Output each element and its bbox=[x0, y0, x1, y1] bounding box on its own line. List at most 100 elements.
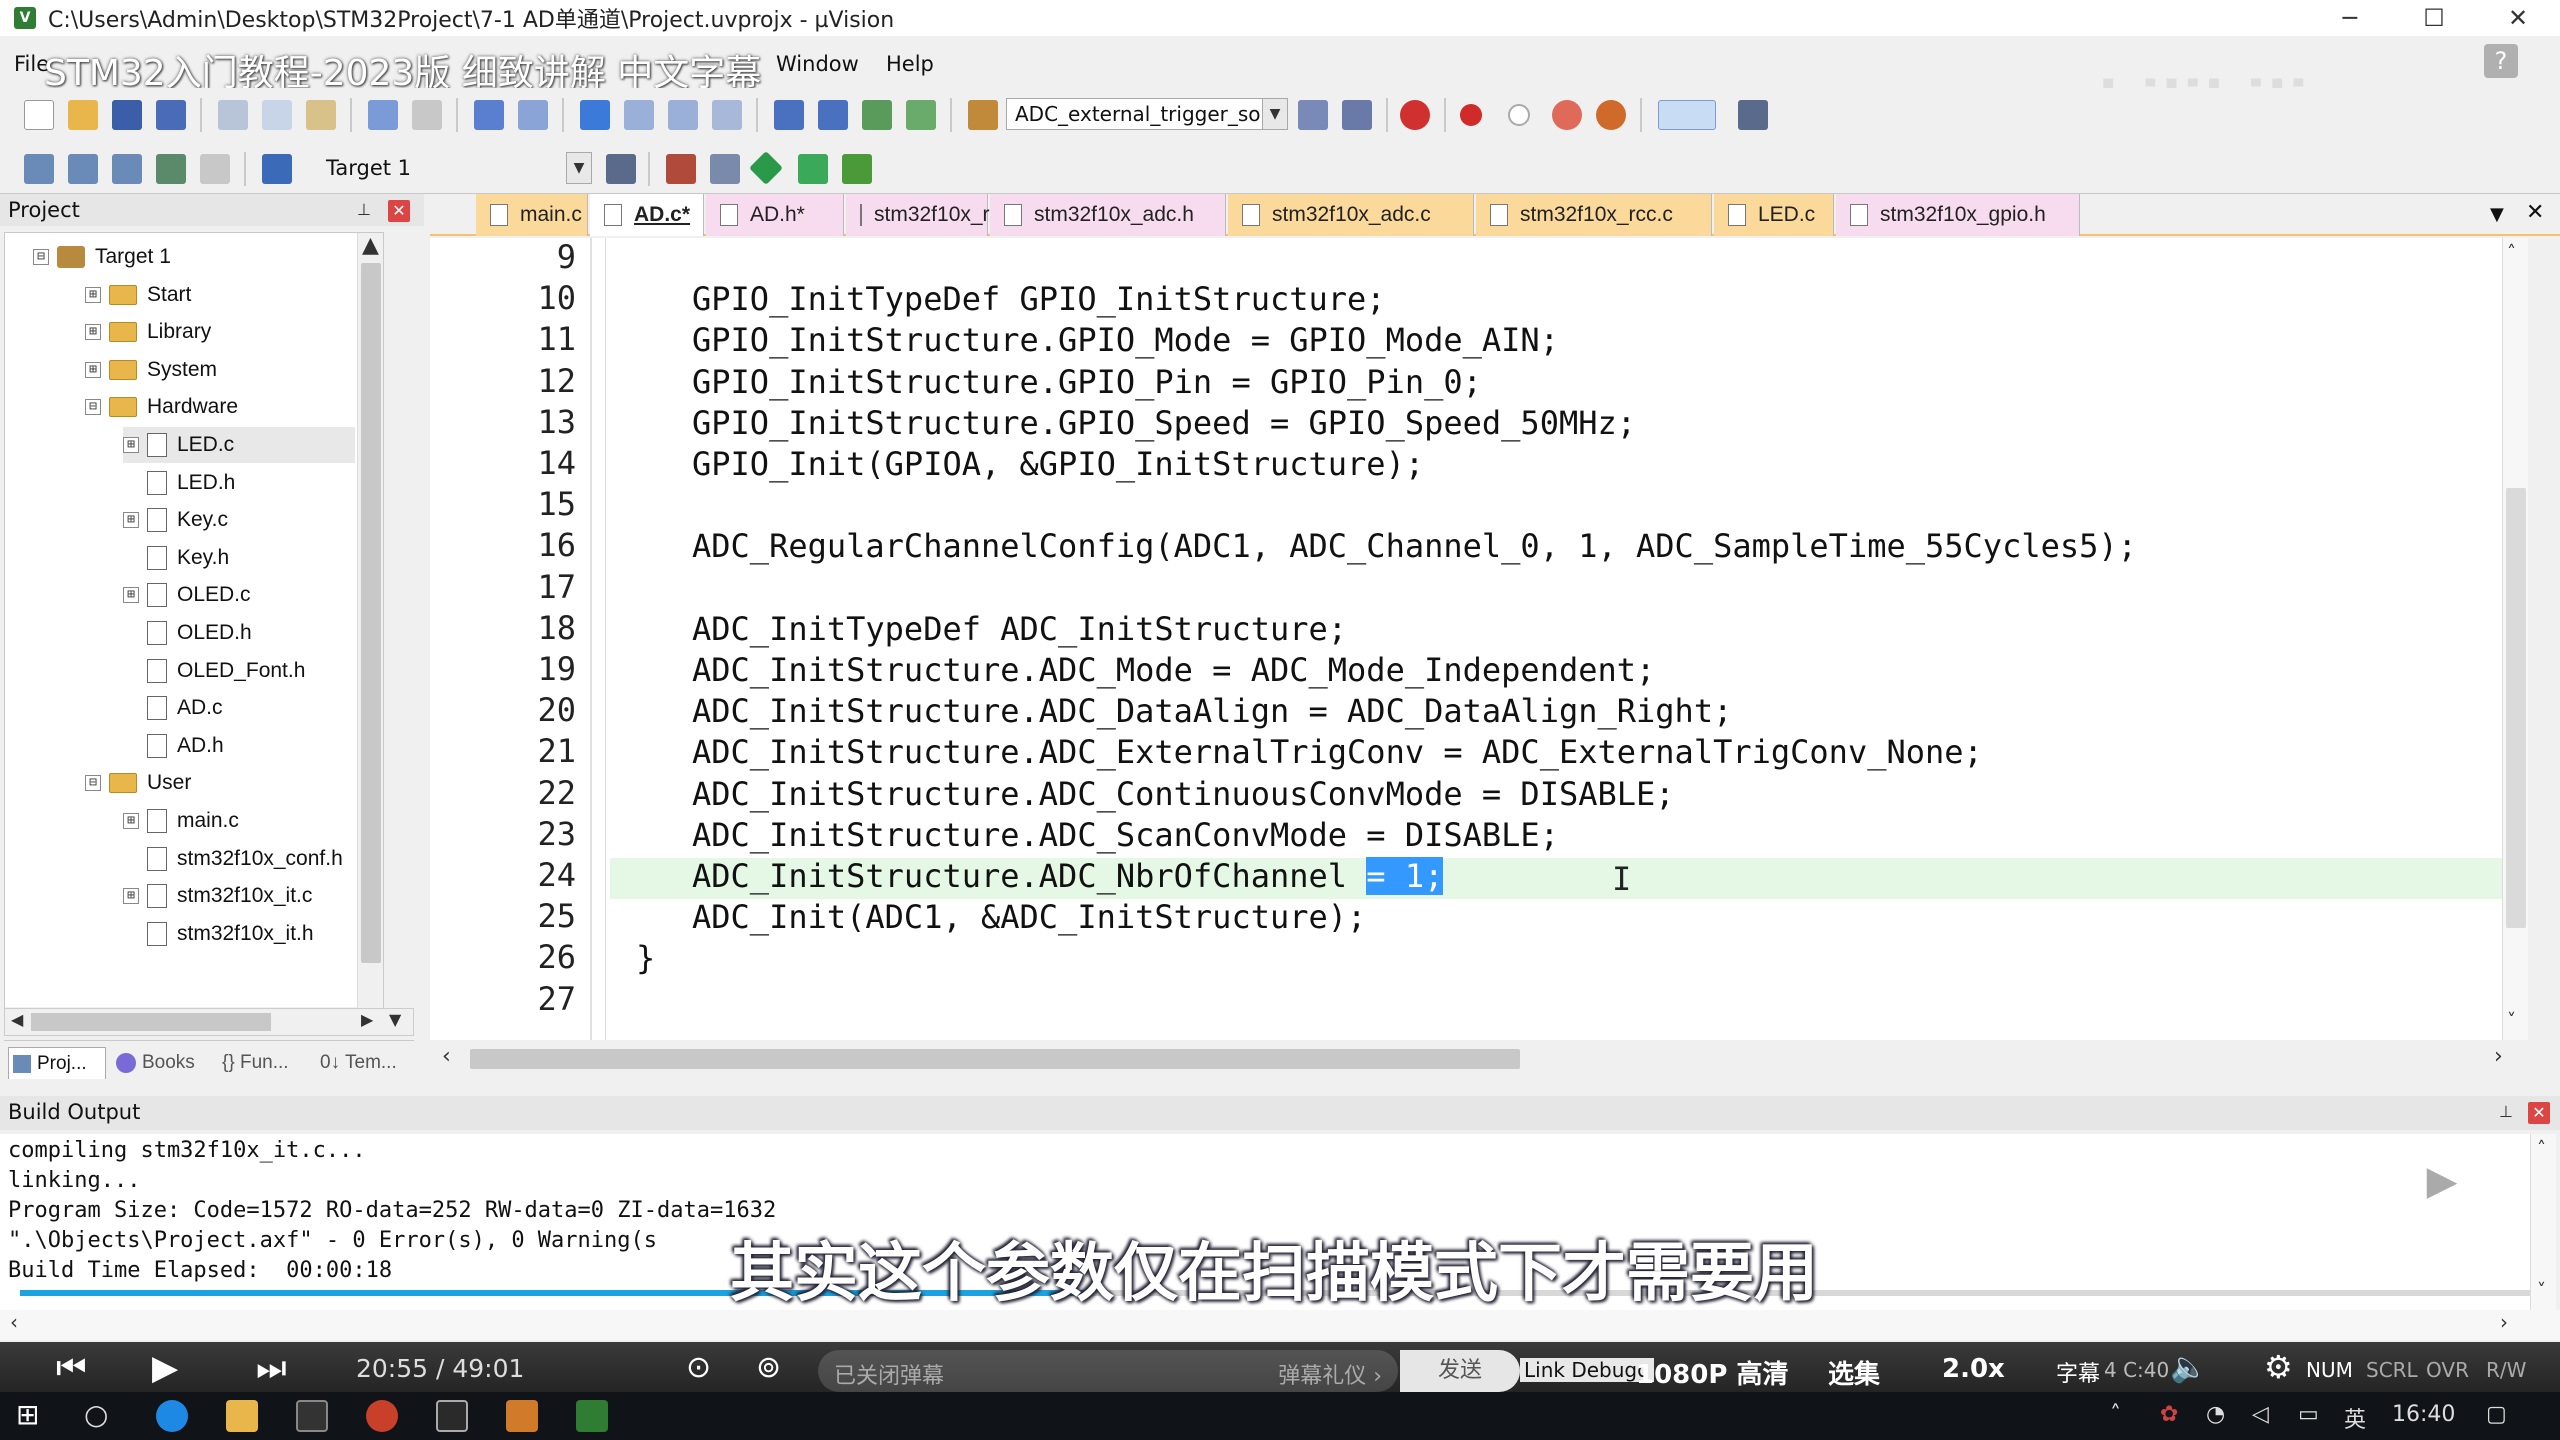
tree-item[interactable]: ⊞ LED.c bbox=[123, 427, 355, 463]
tree-horizontal-scrollbar[interactable]: ◀ ▶ ▼ bbox=[4, 1008, 414, 1036]
undo-icon[interactable] bbox=[368, 100, 398, 130]
uvision-taskbar-icon[interactable] bbox=[576, 1400, 608, 1432]
tree-item[interactable]: OLED.h bbox=[123, 615, 355, 651]
tree-item[interactable]: stm32f10x_conf.h bbox=[123, 841, 355, 877]
code-line[interactable]: ADC_InitStructure.ADC_ScanConvMode = DIS… bbox=[692, 815, 1559, 856]
expand-icon[interactable]: ⊞ bbox=[123, 888, 139, 905]
minimize-button[interactable]: ─ bbox=[2308, 0, 2392, 36]
expand-icon[interactable]: ⊞ bbox=[123, 437, 139, 453]
scroll-right-icon[interactable]: › bbox=[2500, 1310, 2508, 1334]
tree-item[interactable]: ⊞ Library bbox=[85, 314, 355, 350]
tab-templates[interactable]: 0↓ Tem... bbox=[316, 1047, 412, 1079]
tree-item[interactable]: LED.h bbox=[123, 465, 355, 501]
output-vertical-scrollbar[interactable]: ˄ ˅ bbox=[2530, 1134, 2556, 1310]
bookmark-toggle-icon[interactable] bbox=[580, 100, 610, 130]
configure-icon[interactable] bbox=[1738, 100, 1768, 130]
scrollbar-thumb[interactable] bbox=[361, 263, 381, 963]
find-replace-icon[interactable] bbox=[1342, 100, 1372, 130]
tree-item[interactable]: ⊟ User bbox=[85, 765, 355, 801]
open-file-icon[interactable] bbox=[68, 100, 98, 130]
expand-icon[interactable]: ⊞ bbox=[123, 512, 139, 529]
previous-icon[interactable]: ⏮ bbox=[56, 1348, 87, 1388]
episodes-button[interactable]: 选集 bbox=[1828, 1354, 1880, 1391]
editor-tab[interactable]: LED.c bbox=[1714, 194, 1834, 236]
tree-item[interactable]: ⊟ Hardware bbox=[85, 389, 355, 425]
tree-item[interactable]: ⊞ System bbox=[85, 352, 355, 388]
expand-icon[interactable]: ⊞ bbox=[85, 324, 101, 341]
bookmark-prev-icon[interactable] bbox=[624, 100, 654, 130]
tree-item[interactable]: AD.h bbox=[123, 728, 355, 764]
notification-icon[interactable]: ▢ bbox=[2486, 1402, 2507, 1427]
danmaku-settings-icon[interactable]: ⊚ bbox=[756, 1350, 781, 1385]
tab-list-dropdown-icon[interactable]: ▼ bbox=[2490, 204, 2504, 225]
expand-icon[interactable]: ⊞ bbox=[123, 587, 139, 604]
tree-item[interactable]: ⊞ stm32f10x_it.c bbox=[123, 878, 355, 914]
cut-icon[interactable] bbox=[218, 100, 248, 130]
unindent-icon[interactable] bbox=[818, 100, 848, 130]
scrollbar-thumb[interactable] bbox=[31, 1013, 271, 1031]
code-line[interactable]: ADC_InitStructure.ADC_Mode = ADC_Mode_In… bbox=[692, 650, 1655, 691]
scroll-up-icon[interactable]: ˄ bbox=[2537, 1138, 2546, 1159]
scroll-down-icon[interactable]: ▼ bbox=[389, 1010, 401, 1029]
search-icon[interactable]: ○ bbox=[84, 1398, 108, 1431]
editor-tab[interactable]: AD.c* bbox=[590, 194, 704, 236]
scroll-right-icon[interactable]: › bbox=[2494, 1044, 2503, 1069]
paste-icon[interactable] bbox=[306, 100, 336, 130]
editor-tab[interactable]: stm32f10x_adc.c bbox=[1228, 194, 1474, 236]
scroll-down-icon[interactable]: ˅ bbox=[2507, 1010, 2516, 1031]
breakpoint-enable-icon[interactable] bbox=[1508, 104, 1530, 126]
tree-item[interactable]: Key.h bbox=[123, 540, 355, 576]
collapse-icon[interactable]: ⊟ bbox=[33, 249, 49, 265]
rebuild-icon[interactable] bbox=[112, 154, 142, 184]
app-icon-orange[interactable] bbox=[506, 1400, 538, 1432]
code-line[interactable]: ADC_RegularChannelConfig(ADC1, ADC_Chann… bbox=[692, 526, 2137, 567]
batch-build-icon[interactable] bbox=[156, 154, 186, 184]
select-packs-icon[interactable] bbox=[749, 151, 783, 185]
indent-icon[interactable] bbox=[774, 100, 804, 130]
build-icon[interactable] bbox=[68, 154, 98, 184]
navigate-forward-icon[interactable] bbox=[518, 100, 548, 130]
scroll-up-icon[interactable]: ˄ bbox=[2507, 242, 2516, 263]
target-options-icon[interactable] bbox=[606, 154, 636, 184]
fold-margin[interactable] bbox=[592, 238, 606, 1040]
danmaku-toggle-icon[interactable]: ⊙ bbox=[686, 1350, 711, 1385]
download-load-icon[interactable] bbox=[262, 154, 292, 184]
scrollbar-thumb[interactable] bbox=[470, 1049, 1520, 1069]
scroll-down-icon[interactable]: ˅ bbox=[2537, 1280, 2546, 1301]
chevron-down-icon[interactable]: ▼ bbox=[1262, 98, 1288, 130]
code-line[interactable]: ADC_InitStructure.ADC_NbrOfChannel = 1; bbox=[692, 856, 1444, 897]
pin-icon[interactable]: ⊥ bbox=[2496, 1102, 2516, 1122]
breakpoint-insert-icon[interactable] bbox=[1460, 104, 1482, 126]
editor-tab[interactable]: stm32f10x_gpio.h bbox=[1836, 194, 2080, 236]
keyboard-icon[interactable]: ▭ bbox=[2298, 1402, 2319, 1427]
tree-vertical-scrollbar[interactable]: ▲ bbox=[357, 233, 383, 1011]
file-extensions-icon[interactable] bbox=[666, 154, 696, 184]
clock[interactable]: 16:40 bbox=[2392, 1402, 2455, 1427]
bookmark-clear-icon[interactable] bbox=[712, 100, 742, 130]
code-line[interactable]: GPIO_InitStructure.GPIO_Mode = GPIO_Mode… bbox=[692, 320, 1559, 361]
translate-icon[interactable] bbox=[24, 154, 54, 184]
collapse-icon[interactable]: ⊟ bbox=[85, 775, 101, 792]
tab-books[interactable]: Books bbox=[112, 1047, 212, 1079]
powerpoint-icon[interactable] bbox=[366, 1400, 398, 1432]
close-window-button[interactable]: ✕ bbox=[2476, 0, 2560, 36]
code-line[interactable]: } bbox=[636, 938, 655, 979]
uncomment-icon[interactable] bbox=[906, 100, 936, 130]
expand-icon[interactable]: ⊞ bbox=[123, 813, 139, 829]
next-icon[interactable]: ⏭ bbox=[256, 1348, 287, 1388]
editor-tab[interactable]: stm32f10x_rcc.h bbox=[846, 194, 1028, 236]
pin-icon[interactable]: ⊥ bbox=[354, 200, 374, 220]
comment-icon[interactable] bbox=[862, 100, 892, 130]
debug-start-icon[interactable] bbox=[1400, 100, 1430, 130]
tab-project[interactable]: Proj... bbox=[8, 1047, 106, 1079]
close-tab-icon[interactable]: ✕ bbox=[2526, 200, 2544, 225]
manage-components-icon[interactable] bbox=[710, 154, 740, 184]
find-in-files-icon[interactable] bbox=[968, 100, 998, 130]
close-icon[interactable]: ✕ bbox=[2528, 1102, 2550, 1124]
scroll-left-icon[interactable]: ◀ bbox=[11, 1010, 23, 1029]
tab-functions[interactable]: {} Fun... bbox=[218, 1047, 312, 1079]
code-line[interactable]: GPIO_InitStructure.GPIO_Speed = GPIO_Spe… bbox=[692, 403, 1636, 444]
window-layout-icon[interactable] bbox=[1658, 100, 1716, 130]
editor-tab[interactable]: stm32f10x_adc.h bbox=[990, 194, 1226, 236]
edge-browser-icon[interactable] bbox=[156, 1400, 188, 1432]
